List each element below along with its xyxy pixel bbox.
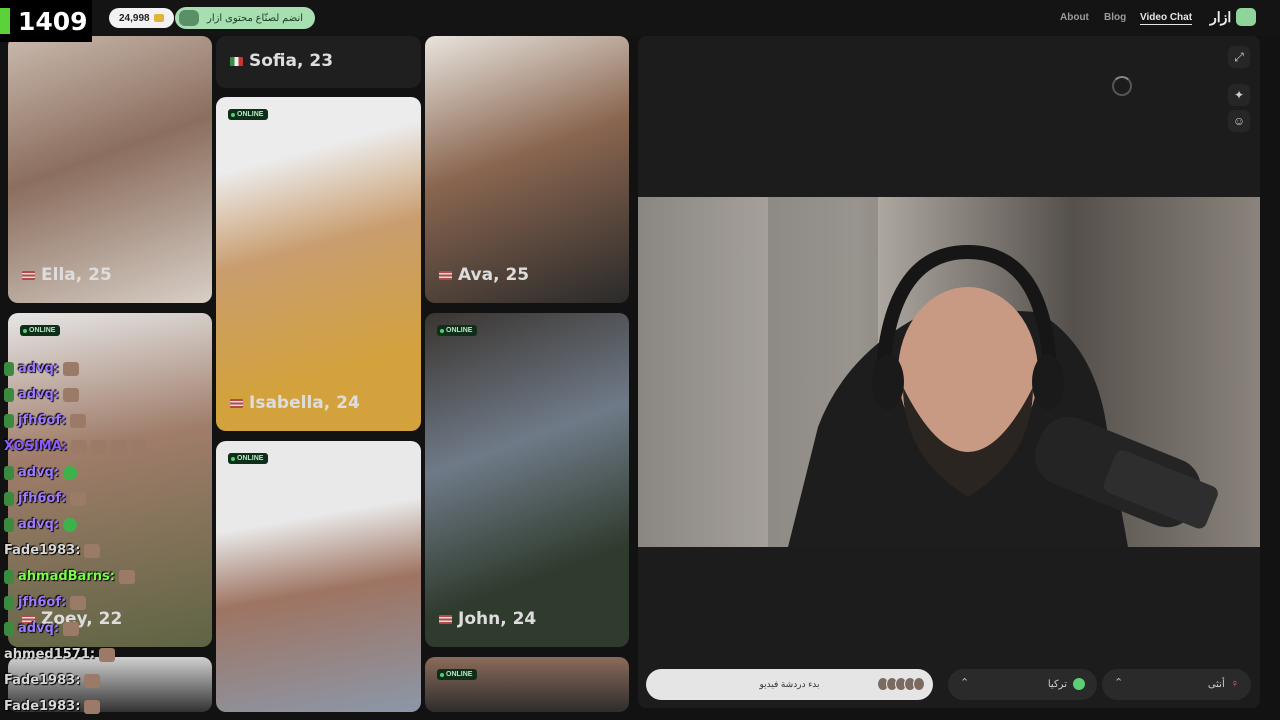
video-chat-panel: ⤢ ✦ ☺ [638, 36, 1260, 708]
chat-message: advq: [4, 517, 78, 532]
profile-tile-ava[interactable]: Ava, 25 [425, 36, 629, 303]
chat-message: Fade1983: [4, 673, 101, 688]
streamer-webcam [638, 197, 1260, 547]
face-filter-icon[interactable]: ☺ [1228, 110, 1250, 132]
chat-message: jfh6of: [4, 595, 87, 610]
chat-message: jfh6of: [4, 413, 87, 428]
emote-icon [63, 361, 80, 376]
chat-badge-icon [4, 413, 14, 428]
top-nav: 1409 24,998 انضم لصنّاع محتوى ازار About… [0, 0, 1280, 42]
profile-name: John, 24 [439, 609, 536, 629]
profile-name: Ella, 25 [22, 265, 112, 285]
live-indicator [0, 8, 10, 34]
profile-tile-john[interactable]: ONLINE John, 24 [425, 313, 629, 647]
gender-label: أنثى ♀ [1207, 678, 1239, 690]
start-video-chat-label: بدء دردشة فيديو [759, 679, 820, 689]
emote-icon [63, 621, 80, 636]
gender-select[interactable]: ⌃ أنثى ♀ [1102, 669, 1251, 700]
emote-icon [70, 413, 87, 428]
chat-badge-icon [4, 569, 14, 584]
start-video-chat-button[interactable]: بدء دردشة فيديو [646, 669, 933, 700]
chat-message: jfh6of: [4, 491, 87, 506]
chat-message: XOSIMA: [4, 439, 148, 454]
profile-tile-ella[interactable]: Ella, 25 [8, 36, 212, 303]
creator-cta-label: انضم لصنّاع محتوى ازار [207, 12, 304, 24]
us-flag-icon [439, 614, 452, 624]
chat-badge-icon [4, 621, 14, 636]
chat-message: ahmed1571: [4, 647, 116, 662]
chat-message: advq: [4, 387, 80, 402]
online-users-avatars [877, 677, 925, 691]
emote-icon [63, 517, 78, 532]
nav-video-chat[interactable]: Video Chat [1140, 12, 1193, 25]
emote-icon [118, 569, 135, 584]
profile-name: Isabella, 24 [230, 393, 360, 413]
online-badge: ONLINE [228, 453, 269, 464]
online-badge: ONLINE [437, 325, 478, 336]
coin-amount: 24,998 [119, 12, 150, 24]
emote-icon [63, 387, 80, 402]
webcam-feed [638, 197, 1260, 547]
profile-tile-isabella[interactable]: ONLINE Isabella, 24 [216, 97, 421, 431]
chat-message: Fade1983: [4, 543, 101, 558]
chat-badge-icon [4, 491, 14, 506]
chat-message: Fade1983: [4, 699, 101, 714]
profile-tile-partial-2[interactable]: ONLINE [425, 657, 629, 712]
chat-badge-icon [4, 361, 14, 376]
chat-badge-icon [4, 517, 14, 532]
emote-icon [84, 673, 101, 688]
emote-icon [84, 543, 101, 558]
coin-icon [153, 14, 164, 22]
chat-message: advq: [4, 361, 80, 376]
profile-tile-sofia[interactable]: Sofia, 23 [216, 36, 421, 88]
sparkle-icon[interactable]: ✦ [1228, 84, 1250, 106]
chevron-up-icon: ⌃ [960, 677, 970, 689]
emote-icon [63, 465, 78, 480]
female-icon: ♀ [1230, 678, 1239, 690]
chat-badge-icon [4, 387, 14, 402]
online-badge: ONLINE [20, 325, 61, 336]
emote-icon [70, 595, 87, 610]
viewer-count-overlay: 1409 [0, 0, 92, 42]
loading-spinner-icon [1112, 76, 1132, 96]
us-flag-icon [230, 398, 243, 408]
chevron-up-icon: ⌃ [1114, 677, 1124, 689]
emote-icon [84, 699, 101, 714]
expand-icon[interactable]: ⤢ [1228, 46, 1250, 68]
nav-about[interactable]: About [1060, 12, 1089, 23]
us-flag-icon [22, 270, 35, 280]
chat-message: advq: [4, 465, 78, 480]
country-select[interactable]: ⌃ تركيا [948, 669, 1097, 700]
creator-icon [179, 10, 199, 26]
profile-tile-unnamed[interactable]: ONLINE [216, 441, 421, 712]
creator-cta-button[interactable]: انضم لصنّاع محتوى ازار [175, 7, 316, 29]
online-badge: ONLINE [437, 669, 478, 680]
chat-badge-icon [4, 465, 14, 480]
nav-blog[interactable]: Blog [1104, 12, 1126, 23]
emote-icon [131, 439, 148, 454]
emote-icon [71, 439, 88, 454]
emote-icon [91, 439, 108, 454]
globe-icon [1073, 678, 1085, 690]
us-flag-icon [439, 270, 452, 280]
emote-icon [111, 439, 128, 454]
viewer-count: 1409 [18, 6, 88, 36]
avatar [913, 677, 925, 691]
coin-balance[interactable]: 24,998 [109, 8, 174, 28]
chat-message: ahmadBarns: [4, 569, 135, 584]
emote-icon [70, 491, 87, 506]
brand-name: ازار [1210, 8, 1232, 25]
it-flag-icon [230, 56, 243, 66]
chat-badge-icon [4, 595, 14, 610]
brand-logo[interactable]: ازار [1210, 8, 1257, 26]
profile-name: Sofia, 23 [230, 51, 333, 71]
azar-logo-icon [1236, 8, 1257, 26]
online-badge: ONLINE [228, 109, 269, 120]
emote-icon [99, 647, 116, 662]
country-label: تركيا [1048, 678, 1085, 690]
chat-message: advq: [4, 621, 80, 636]
profile-name: Ava, 25 [439, 265, 529, 285]
app-root: 1409 24,998 انضم لصنّاع محتوى ازار About… [0, 0, 1280, 720]
